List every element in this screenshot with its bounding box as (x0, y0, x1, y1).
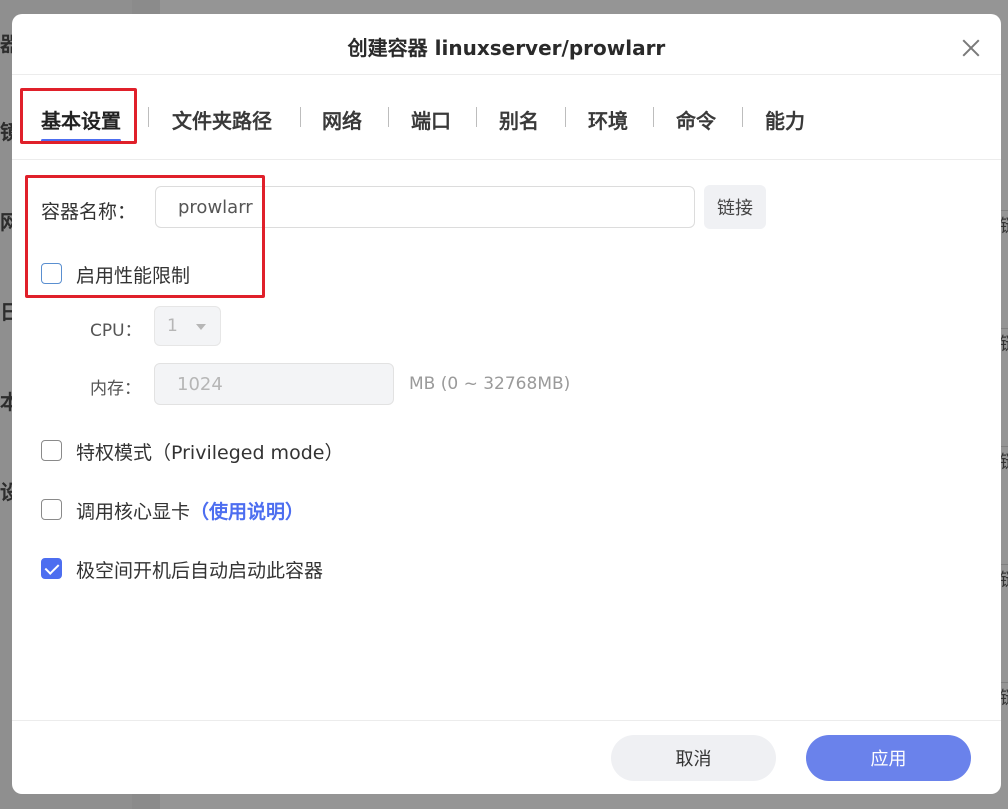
tab-separator (476, 107, 477, 127)
tab-separator (388, 107, 389, 127)
privileged-mode-checkbox[interactable] (41, 440, 62, 461)
memory-input[interactable]: 1024 (154, 363, 394, 405)
gpu-option: 调用核心显卡（使用说明） (76, 497, 304, 524)
tab-folder-path[interactable]: 文件夹路径 (172, 105, 272, 134)
tab-capabilities[interactable]: 能力 (765, 105, 805, 134)
tab-bar: 基本设置 文件夹路径 网络 端口 别名 环境 命令 能力 (12, 74, 1001, 160)
tab-separator (742, 107, 743, 127)
cpu-label: CPU： (90, 321, 142, 341)
memory-range-hint: MB (0 ~ 32768MB) (409, 374, 571, 394)
tab-ports[interactable]: 端口 (411, 105, 451, 134)
tab-network[interactable]: 网络 (322, 105, 362, 134)
apply-button[interactable]: 应用 (806, 735, 971, 781)
tab-separator (565, 107, 566, 127)
create-container-dialog: 创建容器 linuxserver/prowlarr 基本设置 文件夹路径 网络 … (12, 14, 1001, 794)
gpu-help-link[interactable]: （使用说明） (190, 501, 304, 523)
gpu-checkbox[interactable] (41, 499, 62, 520)
dialog-footer: 取消 应用 (12, 720, 1001, 794)
close-icon[interactable] (959, 36, 983, 60)
autostart-label: 极空间开机后自动启动此容器 (76, 560, 324, 582)
tab-separator (300, 107, 301, 127)
cpu-value: 1 (167, 316, 178, 336)
highlight-box-tab (20, 88, 137, 144)
tab-separator (653, 107, 654, 127)
cpu-select[interactable]: 1 (154, 306, 221, 346)
memory-value: 1024 (177, 373, 223, 395)
privileged-mode-label: 特权模式（Privileged mode） (76, 442, 344, 464)
memory-label: 内存： (90, 379, 141, 399)
gpu-label: 调用核心显卡 (76, 501, 191, 523)
link-button[interactable]: 链接 (704, 185, 766, 229)
dialog-title: 创建容器 linuxserver/prowlarr (347, 36, 666, 60)
highlight-box-form (25, 175, 265, 298)
cancel-button[interactable]: 取消 (611, 735, 776, 781)
tab-alias[interactable]: 别名 (499, 105, 539, 134)
tab-environment[interactable]: 环境 (588, 105, 628, 134)
tab-separator (148, 107, 149, 127)
tab-command[interactable]: 命令 (676, 105, 716, 134)
chevron-down-icon (196, 324, 206, 330)
autostart-checkbox[interactable] (41, 558, 62, 579)
